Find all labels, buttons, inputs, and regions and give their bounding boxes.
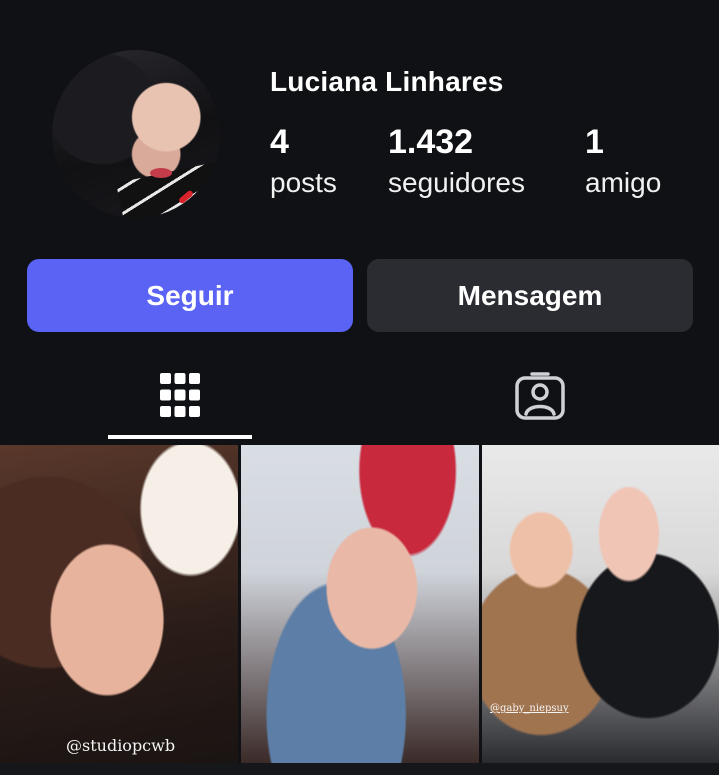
active-tab-indicator (108, 435, 252, 439)
profile-name: Luciana Linhares (270, 66, 504, 97)
avatar-scarf (116, 158, 220, 218)
followers-label: seguidores (388, 167, 525, 198)
tagged-person-icon (515, 372, 565, 420)
grid-icon (160, 373, 200, 417)
friends-stat[interactable]: 1 amigo (585, 122, 661, 200)
post-thumbnail[interactable]: @gaby_niepsuy (482, 445, 719, 763)
posts-stat[interactable]: 4 posts (270, 122, 337, 200)
friends-count: 1 (585, 123, 604, 161)
followers-stat[interactable]: 1.432 seguidores (388, 122, 525, 200)
posts-count: 4 (270, 123, 289, 161)
photo-watermark: @studiopcwb (66, 736, 176, 755)
friends-label: amigo (585, 167, 662, 198)
next-row-peek (0, 763, 719, 775)
follow-button[interactable]: Seguir (27, 259, 353, 332)
post-thumbnail[interactable]: @studiopcwb (0, 445, 238, 763)
photo-watermark: @gaby_niepsuy (490, 703, 569, 714)
posts-label: posts (270, 167, 337, 198)
tab-tagged[interactable] (468, 350, 612, 440)
tab-posts-grid[interactable] (108, 350, 252, 440)
message-button[interactable]: Mensagem (367, 259, 693, 332)
profile-avatar[interactable] (52, 50, 220, 218)
avatar-detail (150, 168, 172, 178)
post-thumbnail[interactable] (241, 445, 479, 763)
followers-count: 1.432 (388, 123, 474, 161)
